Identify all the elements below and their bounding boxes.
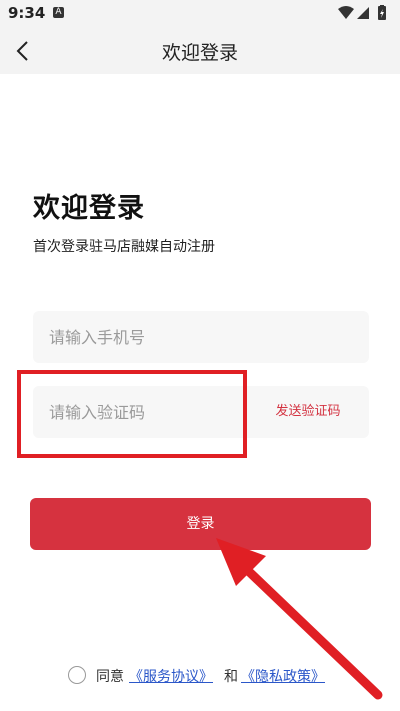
login-button[interactable]: 登录 [30, 498, 371, 550]
send-code-button[interactable]: 发送验证码 [250, 386, 366, 438]
status-time: 9:34 [8, 4, 46, 22]
phone-input[interactable] [33, 311, 369, 363]
page-title: 欢迎登录 [161, 42, 238, 64]
service-agreement-link[interactable]: 《服务协议》 [129, 666, 213, 686]
agree-label: 同意 [96, 669, 124, 685]
welcome-heading: 欢迎登录 [33, 193, 145, 224]
notification-icon: A [53, 7, 64, 18]
nav-bar: 欢迎登录 [0, 26, 400, 74]
and-label: 和 [224, 669, 238, 685]
auto-register-hint: 首次登录驻马店融媒自动注册 [33, 239, 215, 255]
status-icons [338, 5, 390, 21]
login-screen: 9:34 A 欢迎登录 欢迎登录 首次登录驻马店融媒自动注册 发送验证码 登录 [0, 0, 400, 711]
annotation-highlight-box [17, 370, 247, 458]
agree-radio[interactable] [68, 666, 86, 684]
wifi-signal-battery-icon [338, 5, 386, 20]
privacy-policy-link[interactable]: 《隐私政策》 [241, 666, 325, 686]
status-bar: 9:34 A [0, 0, 400, 26]
